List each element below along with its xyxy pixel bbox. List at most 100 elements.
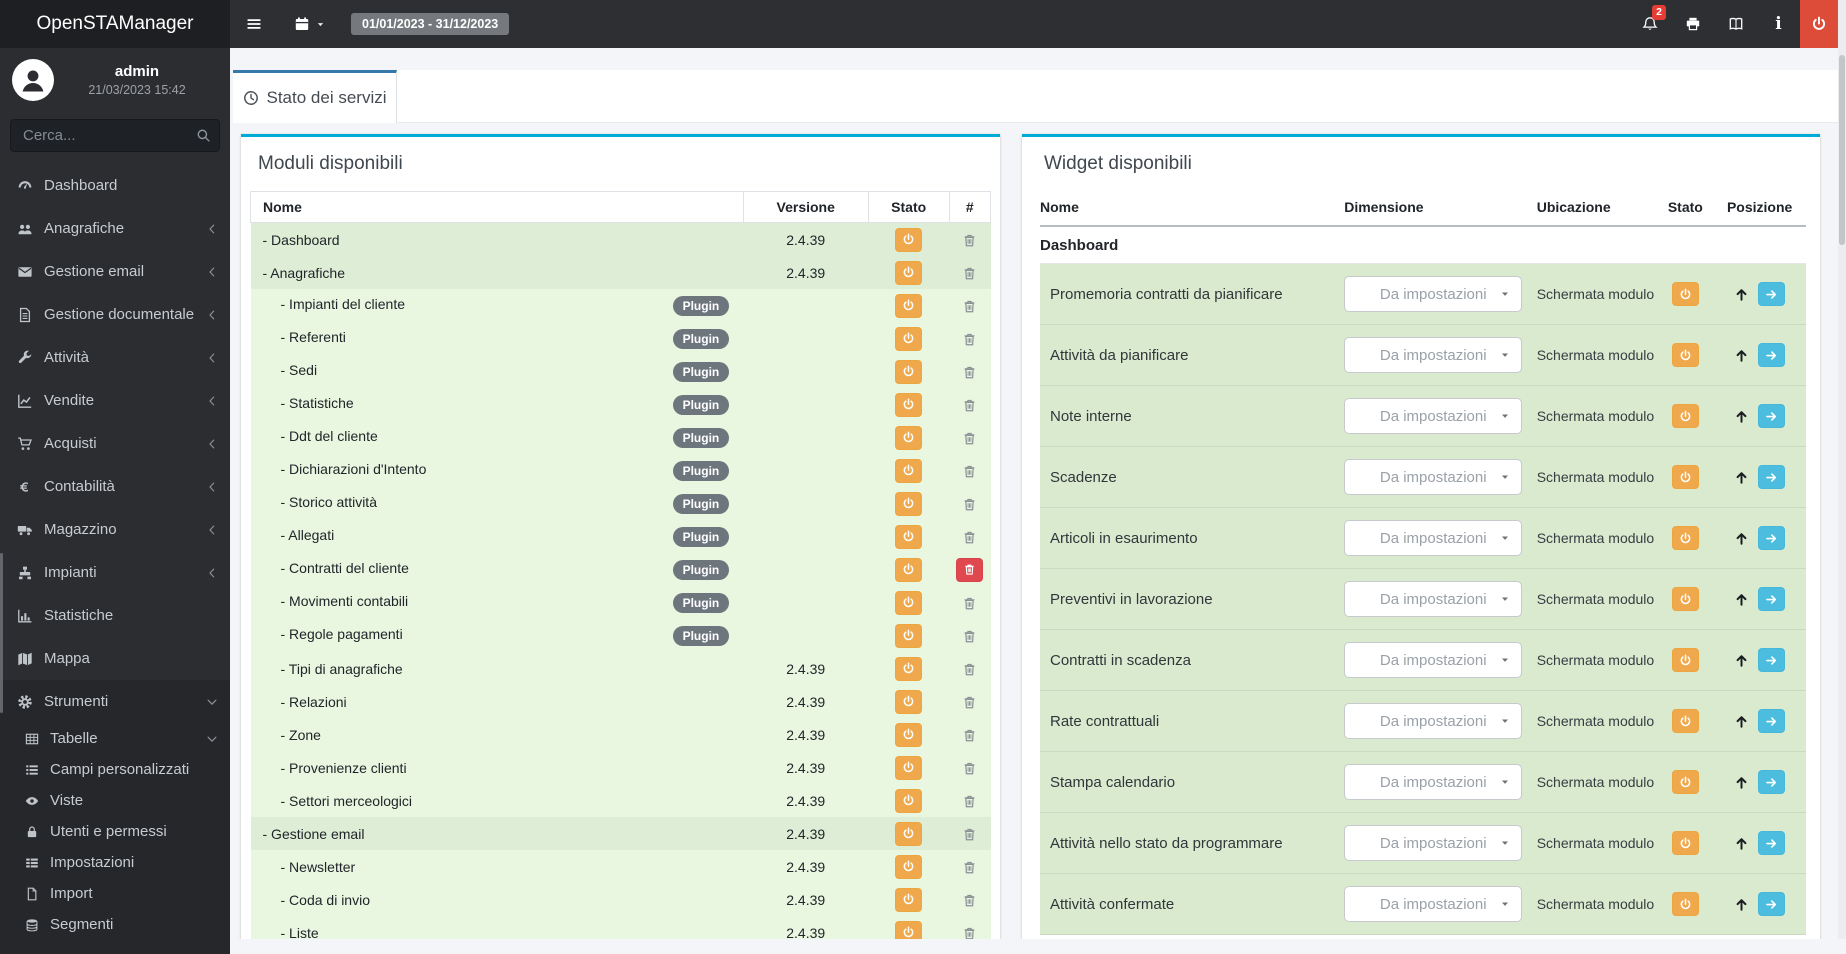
- sidebar-item-anagrafiche[interactable]: Anagrafiche: [0, 207, 230, 250]
- module-power-toggle[interactable]: [895, 293, 923, 318]
- tab-stato-dei-servizi[interactable]: Stato dei servizi: [233, 70, 397, 123]
- widget-go-button[interactable]: [1758, 526, 1786, 550]
- info-button[interactable]: i: [1757, 0, 1800, 48]
- module-power-toggle[interactable]: [895, 821, 923, 846]
- sidebar-item-tabelle[interactable]: Tabelle: [0, 723, 230, 754]
- dimension-select[interactable]: Da impostazioni: [1344, 581, 1523, 617]
- sidebar-item-impostazioni[interactable]: Impostazioni: [0, 847, 230, 878]
- module-delete-button[interactable]: [962, 926, 977, 939]
- module-power-toggle[interactable]: [895, 359, 923, 384]
- sidebar-item-mappa[interactable]: Mappa: [0, 637, 230, 680]
- widget-move-up-button[interactable]: [1734, 592, 1749, 607]
- dimension-select[interactable]: Da impostazioni: [1344, 703, 1523, 739]
- module-power-toggle[interactable]: [895, 227, 923, 252]
- dimension-select[interactable]: Da impostazioni: [1344, 520, 1523, 556]
- widget-go-button[interactable]: [1758, 587, 1786, 611]
- dimension-select[interactable]: Da impostazioni: [1344, 642, 1523, 678]
- sidebar-item-campi-personalizzati[interactable]: Campi personalizzati: [0, 754, 230, 785]
- sidebar-item-impianti[interactable]: Impianti: [0, 551, 230, 594]
- module-delete-button[interactable]: [962, 662, 977, 677]
- widget-go-button[interactable]: [1758, 282, 1786, 306]
- widget-go-button[interactable]: [1758, 831, 1786, 855]
- docs-button[interactable]: [1714, 0, 1757, 48]
- widget-power-toggle[interactable]: [1671, 465, 1699, 489]
- widget-move-up-button[interactable]: [1734, 775, 1749, 790]
- sidebar-item-segmenti[interactable]: Segmenti: [0, 909, 230, 940]
- module-delete-button[interactable]: [962, 365, 977, 380]
- sidebar-item-dashboard[interactable]: Dashboard: [0, 164, 230, 207]
- widget-go-button[interactable]: [1758, 770, 1786, 794]
- widget-move-up-button[interactable]: [1734, 531, 1749, 546]
- dimension-select[interactable]: Da impostazioni: [1344, 886, 1523, 922]
- dimension-select[interactable]: Da impostazioni: [1344, 825, 1523, 861]
- widget-move-up-button[interactable]: [1734, 714, 1749, 729]
- widget-move-up-button[interactable]: [1734, 287, 1749, 302]
- module-delete-button[interactable]: [962, 398, 977, 413]
- sidebar-item-viste[interactable]: Viste: [0, 785, 230, 816]
- dimension-select[interactable]: Da impostazioni: [1344, 459, 1523, 495]
- widget-go-button[interactable]: [1758, 892, 1786, 916]
- widget-move-up-button[interactable]: [1734, 470, 1749, 485]
- module-power-toggle[interactable]: [895, 854, 923, 879]
- widget-power-toggle[interactable]: [1671, 526, 1699, 550]
- module-delete-button[interactable]: [962, 464, 977, 479]
- module-power-toggle[interactable]: [895, 458, 923, 483]
- module-power-toggle[interactable]: [895, 689, 923, 714]
- module-delete-button[interactable]: [962, 497, 977, 512]
- sidebar-item-gestione-email[interactable]: Gestione email: [0, 250, 230, 293]
- widget-move-up-button[interactable]: [1734, 653, 1749, 668]
- module-power-toggle[interactable]: [895, 623, 923, 648]
- sidebar-item-statistiche[interactable]: Statistiche: [0, 594, 230, 637]
- module-delete-button[interactable]: [962, 629, 977, 644]
- sidebar-item-vendite[interactable]: Vendite: [0, 379, 230, 422]
- logout-button[interactable]: [1800, 0, 1838, 48]
- module-delete-button[interactable]: [956, 557, 984, 582]
- dimension-select[interactable]: Da impostazioni: [1344, 276, 1523, 312]
- module-delete-button[interactable]: [962, 728, 977, 743]
- module-power-toggle[interactable]: [895, 524, 923, 549]
- module-delete-button[interactable]: [962, 827, 977, 842]
- module-power-toggle[interactable]: [895, 887, 923, 912]
- module-power-toggle[interactable]: [895, 260, 923, 285]
- sidebar-item-gestione-documentale[interactable]: Gestione documentale: [0, 293, 230, 336]
- sidebar-item-contabilita[interactable]: Contabilità: [0, 465, 230, 508]
- sidebar-item-utenti-e-permessi[interactable]: Utenti e permessi: [0, 816, 230, 847]
- sidebar-scrollbar[interactable]: [0, 553, 3, 713]
- module-power-toggle[interactable]: [895, 656, 923, 681]
- sidebar-item-strumenti[interactable]: Strumenti: [0, 680, 230, 723]
- search-input[interactable]: [10, 119, 220, 152]
- widget-go-button[interactable]: [1758, 648, 1786, 672]
- widget-power-toggle[interactable]: [1671, 282, 1699, 306]
- sidebar-toggle-button[interactable]: [230, 0, 278, 48]
- module-delete-button[interactable]: [962, 695, 977, 710]
- module-power-toggle[interactable]: [895, 326, 923, 351]
- module-power-toggle[interactable]: [895, 755, 923, 780]
- widget-go-button[interactable]: [1758, 343, 1786, 367]
- widget-move-up-button[interactable]: [1734, 897, 1749, 912]
- widget-power-toggle[interactable]: [1671, 343, 1699, 367]
- module-delete-button[interactable]: [962, 332, 977, 347]
- module-power-toggle[interactable]: [895, 425, 923, 450]
- widget-power-toggle[interactable]: [1671, 709, 1699, 733]
- module-power-toggle[interactable]: [895, 722, 923, 747]
- calendar-button[interactable]: [278, 0, 341, 48]
- module-power-toggle[interactable]: [895, 590, 923, 615]
- module-delete-button[interactable]: [962, 761, 977, 776]
- module-delete-button[interactable]: [962, 431, 977, 446]
- dimension-select[interactable]: Da impostazioni: [1344, 764, 1523, 800]
- widget-move-up-button[interactable]: [1734, 836, 1749, 851]
- sidebar-item-import[interactable]: Import: [0, 878, 230, 909]
- module-delete-button[interactable]: [962, 266, 977, 281]
- widget-power-toggle[interactable]: [1671, 404, 1699, 428]
- widget-power-toggle[interactable]: [1671, 892, 1699, 916]
- module-power-toggle[interactable]: [895, 557, 923, 582]
- widget-move-up-button[interactable]: [1734, 348, 1749, 363]
- module-power-toggle[interactable]: [895, 392, 923, 417]
- widget-go-button[interactable]: [1758, 709, 1786, 733]
- module-power-toggle[interactable]: [895, 491, 923, 516]
- sidebar-item-acquisti[interactable]: Acquisti: [0, 422, 230, 465]
- module-delete-button[interactable]: [962, 596, 977, 611]
- module-delete-button[interactable]: [962, 530, 977, 545]
- module-delete-button[interactable]: [962, 299, 977, 314]
- widget-go-button[interactable]: [1758, 404, 1786, 428]
